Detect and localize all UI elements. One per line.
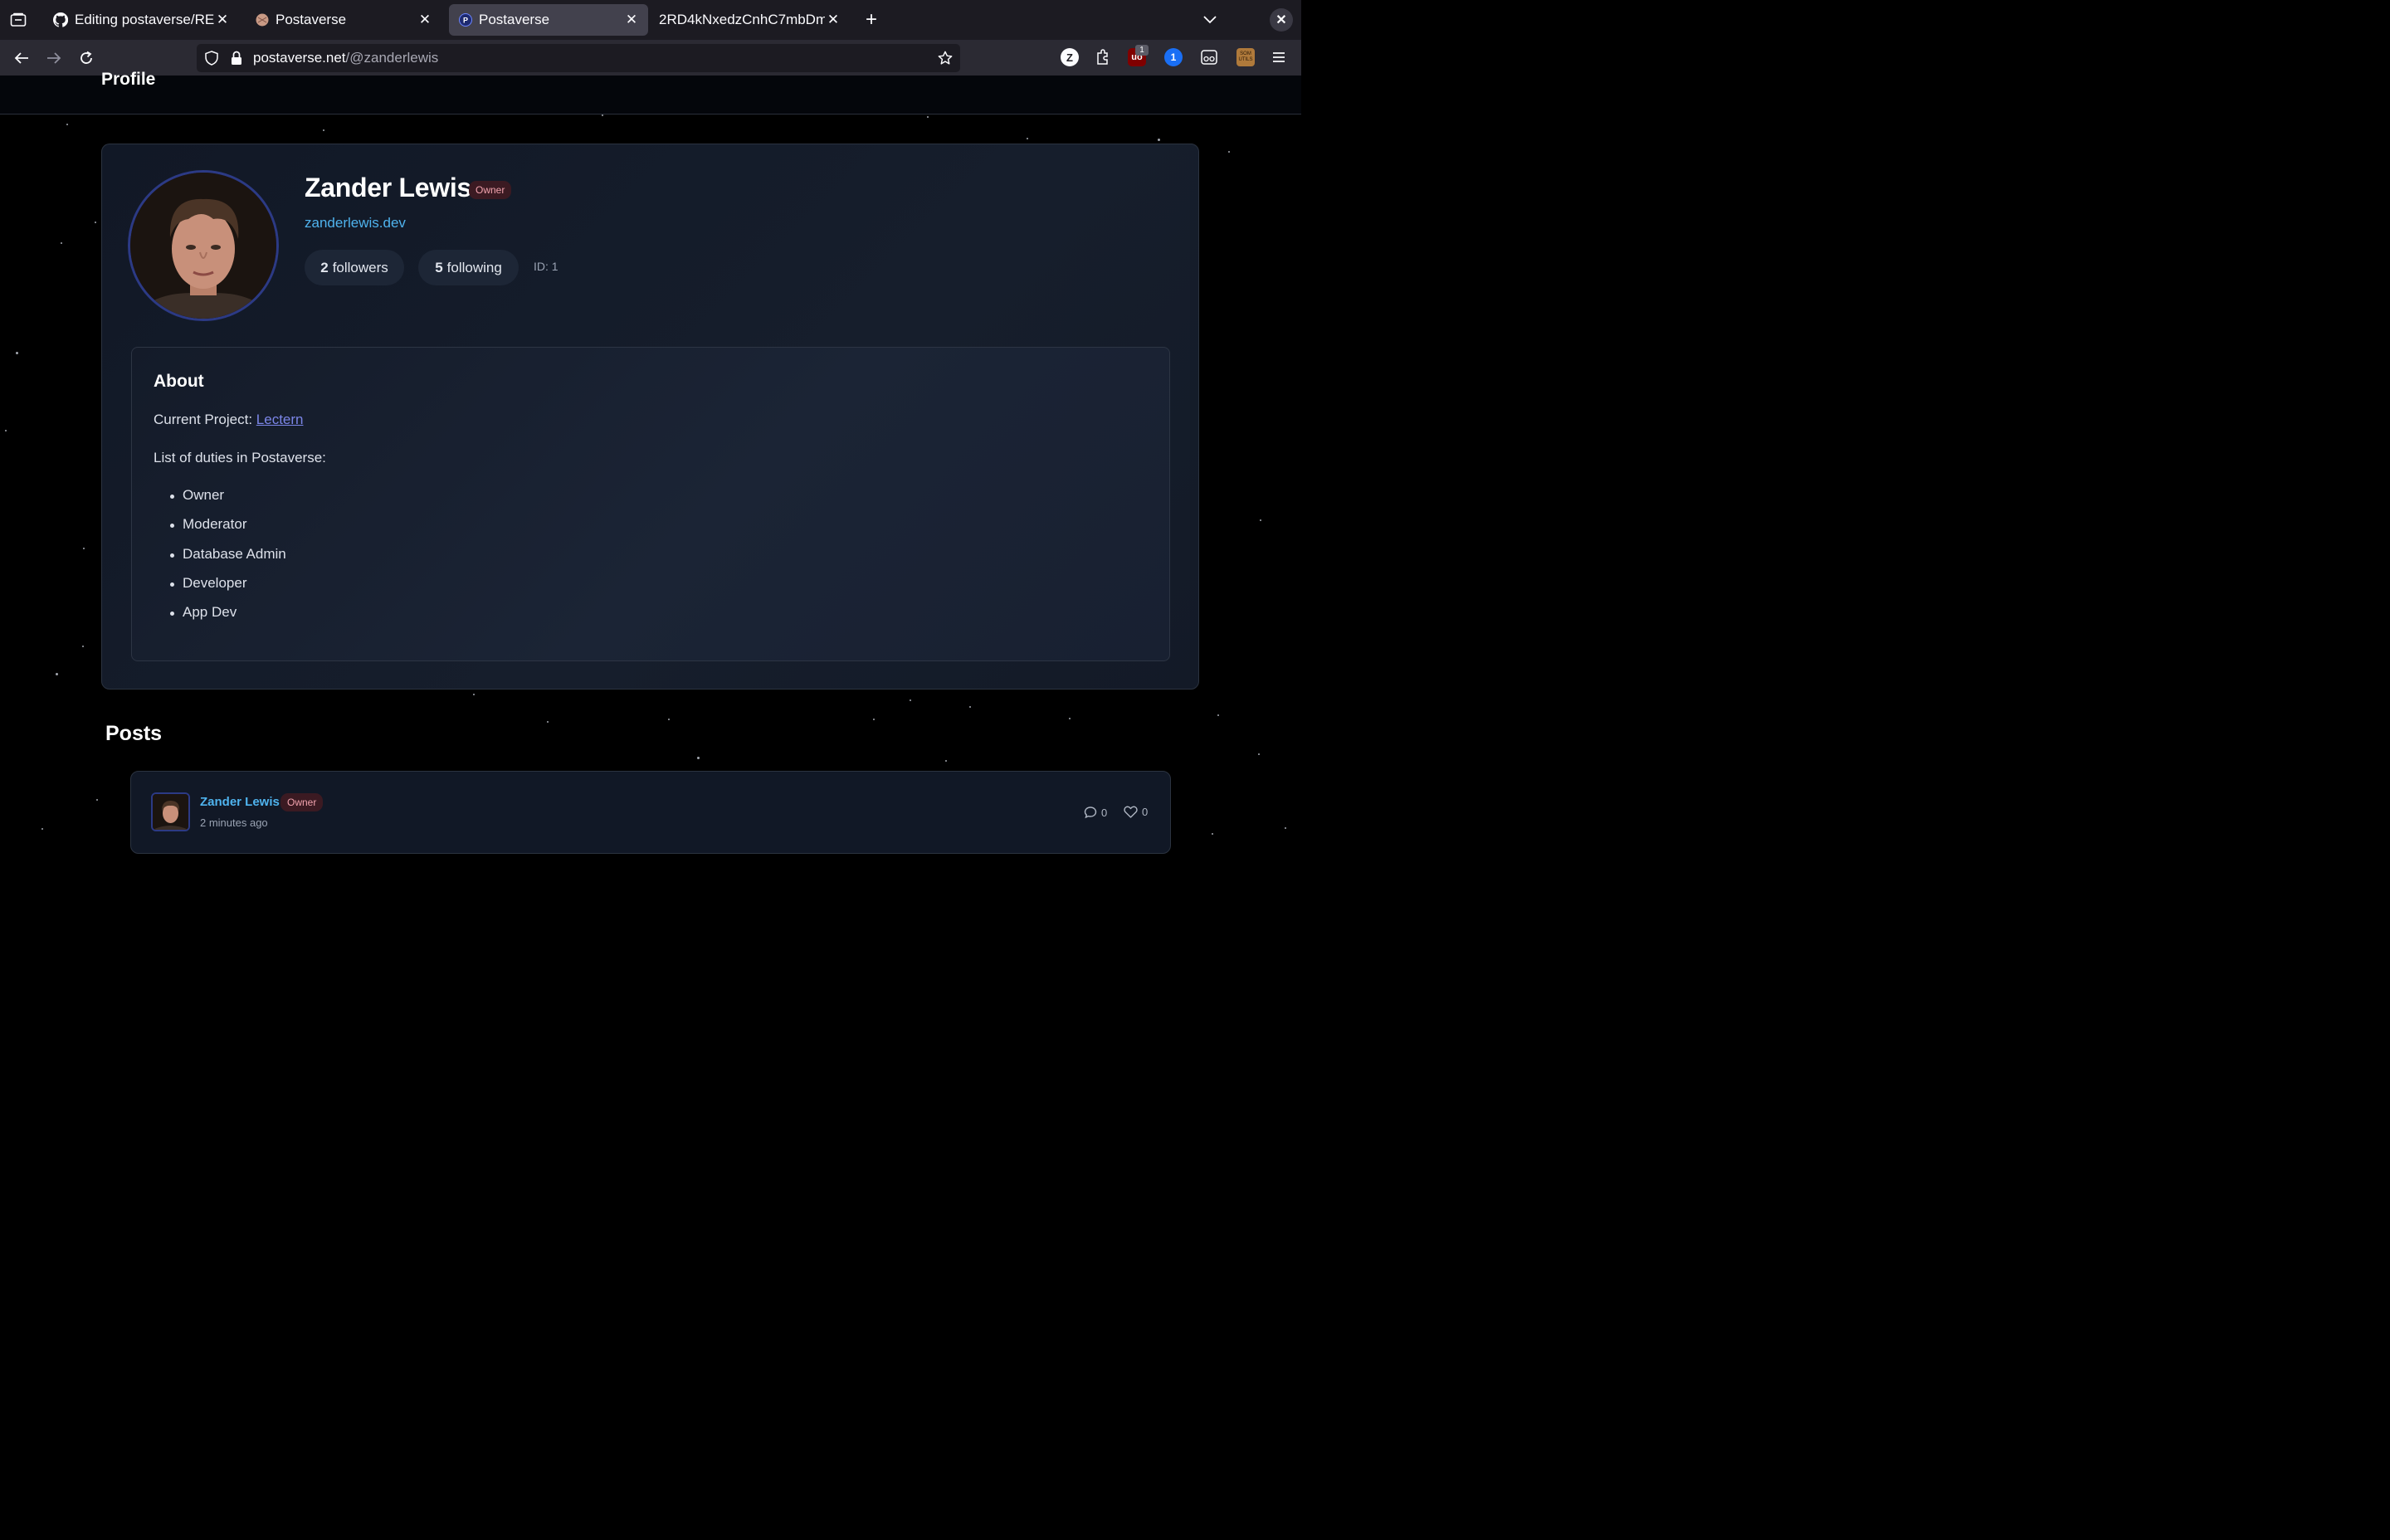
reload-icon[interactable]: [75, 46, 98, 70]
duty-item: Moderator: [169, 516, 247, 532]
post-timestamp: 2 minutes ago: [200, 816, 268, 829]
tab-postaverse-1[interactable]: Postaverse ✕: [246, 4, 441, 36]
tab-title: 2RD4kNxedzCnhC7mbDmyJ: [659, 12, 825, 27]
lock-icon[interactable]: [225, 46, 248, 70]
github-icon: [53, 12, 68, 27]
tracking-protection-shield-icon[interactable]: [200, 46, 223, 70]
page-header-bar: [0, 76, 1301, 115]
profile-website-link[interactable]: zanderlewis.dev: [305, 215, 406, 231]
comments-button[interactable]: 0: [1084, 806, 1107, 819]
browser-tab-bar: Editing postaverse/README ✕ Postaverse ✕…: [0, 0, 1301, 40]
close-tab-icon[interactable]: ✕: [214, 12, 231, 28]
forward-arrow-icon[interactable]: [42, 46, 66, 70]
user-id: ID: 1: [534, 260, 558, 273]
profile-name: Zander Lewis: [305, 173, 471, 202]
bookmark-star-icon[interactable]: [934, 46, 957, 70]
extensions-puzzle-icon[interactable]: [1094, 48, 1112, 66]
svg-text:P: P: [463, 17, 468, 25]
url-path: /@zanderlewis: [345, 50, 439, 66]
close-tab-icon[interactable]: ✕: [825, 12, 841, 28]
followers-button[interactable]: 2 followers: [305, 250, 404, 285]
likes-count: 0: [1142, 806, 1149, 818]
following-count: 5: [435, 259, 443, 275]
post-owner-badge: Owner: [280, 793, 324, 811]
onepassword-icon[interactable]: 1: [1164, 48, 1183, 66]
about-title: About: [154, 372, 204, 391]
duty-item: App Dev: [169, 604, 237, 620]
following-button[interactable]: 5 following: [418, 250, 519, 285]
comment-icon: [1084, 807, 1097, 819]
tab-manager-icon[interactable]: [8, 10, 28, 30]
tab-title: Postaverse: [479, 12, 550, 27]
duty-item: Database Admin: [170, 546, 286, 562]
tab-title: Postaverse: [276, 12, 347, 27]
followers-count: 2: [320, 259, 329, 275]
close-window-icon[interactable]: ✕: [1270, 8, 1293, 32]
tab-postaverse-active[interactable]: P Postaverse ✕: [449, 4, 648, 36]
duties-intro: List of duties in Postaverse:: [154, 450, 326, 465]
postaverse-favicon-icon: P: [459, 13, 472, 27]
posts-title: Posts: [105, 722, 163, 745]
comments-count: 0: [1101, 806, 1108, 819]
tab-token[interactable]: 2RD4kNxedzCnhC7mbDmyJ ✕: [651, 4, 850, 36]
url-host: postaverse.net: [253, 50, 346, 66]
tab-title: Editing postaverse/README: [75, 12, 214, 27]
zotero-extension-icon[interactable]: Z: [1061, 48, 1079, 66]
new-tab-icon[interactable]: +: [861, 8, 881, 31]
duty-item: Owner: [169, 487, 225, 503]
post-author-avatar[interactable]: [151, 792, 190, 831]
close-tab-icon[interactable]: ✕: [623, 12, 640, 28]
post-author-name[interactable]: Zander Lewis: [200, 795, 280, 809]
mask-extension-icon[interactable]: [1200, 48, 1218, 66]
url-text[interactable]: postaverse.net/@zanderlewis: [253, 49, 438, 67]
back-arrow-icon[interactable]: [10, 46, 33, 70]
list-all-tabs-icon[interactable]: [1200, 10, 1220, 30]
following-label: following: [446, 259, 502, 275]
current-project-label: Current Project:: [154, 412, 253, 427]
like-button[interactable]: 0: [1124, 806, 1148, 818]
som-utils-extension-icon[interactable]: SOM UTILS: [1236, 48, 1255, 66]
duty-item: Developer: [170, 575, 247, 591]
postaverse-favicon-icon: [256, 13, 269, 27]
profile-avatar: [128, 170, 279, 321]
close-tab-icon[interactable]: ✕: [417, 12, 433, 28]
page-title: Profile: [101, 70, 156, 89]
extension-badge-count: 1: [1135, 45, 1149, 56]
about-section: [131, 347, 1170, 661]
current-project-line: Current Project: Lectern: [154, 412, 303, 428]
current-project-link[interactable]: Lectern: [256, 412, 304, 427]
tab-github-readme[interactable]: Editing postaverse/README ✕: [43, 4, 239, 36]
followers-label: followers: [332, 259, 388, 275]
owner-badge: Owner: [469, 181, 512, 199]
app-menu-hamburger-icon[interactable]: [1270, 48, 1288, 66]
post-card[interactable]: [130, 771, 1171, 854]
heart-icon: [1124, 806, 1138, 818]
